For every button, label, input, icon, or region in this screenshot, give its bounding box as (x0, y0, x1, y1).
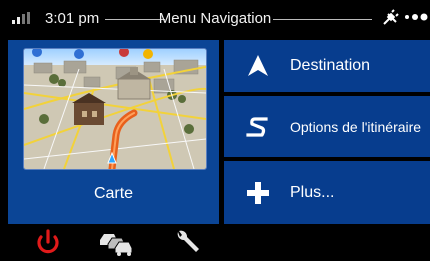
plus-icon (247, 181, 269, 204)
navigation-arrow-icon (248, 55, 268, 76)
traffic-icon (100, 234, 133, 256)
satellite-icon (383, 9, 399, 25)
destination-label: Destination (290, 57, 371, 74)
map-3d-view (24, 49, 206, 169)
map-tile-label: Carte (93, 185, 134, 202)
status-bar: 3:01 pm Menu Navigation (0, 0, 430, 36)
more-tile[interactable]: Plus... (224, 161, 430, 224)
route-options-label: Options de l'itinéraire (290, 118, 422, 135)
more-label: Plus... (290, 183, 335, 201)
title-divider-right (273, 19, 372, 20)
menu-dots-icon[interactable] (403, 12, 429, 22)
power-icon (37, 229, 59, 254)
traffic-button[interactable] (96, 228, 136, 256)
route-options-tile[interactable]: Options de l'itinéraire (224, 96, 430, 157)
power-button[interactable] (28, 228, 68, 256)
wrench-icon (177, 230, 199, 252)
map-preview (23, 48, 207, 170)
settings-button[interactable] (168, 228, 208, 256)
bottom-toolbar (0, 224, 430, 259)
route-s-icon (246, 116, 268, 137)
map-tile[interactable]: Carte (8, 40, 219, 224)
destination-tile[interactable]: Destination (224, 40, 430, 92)
